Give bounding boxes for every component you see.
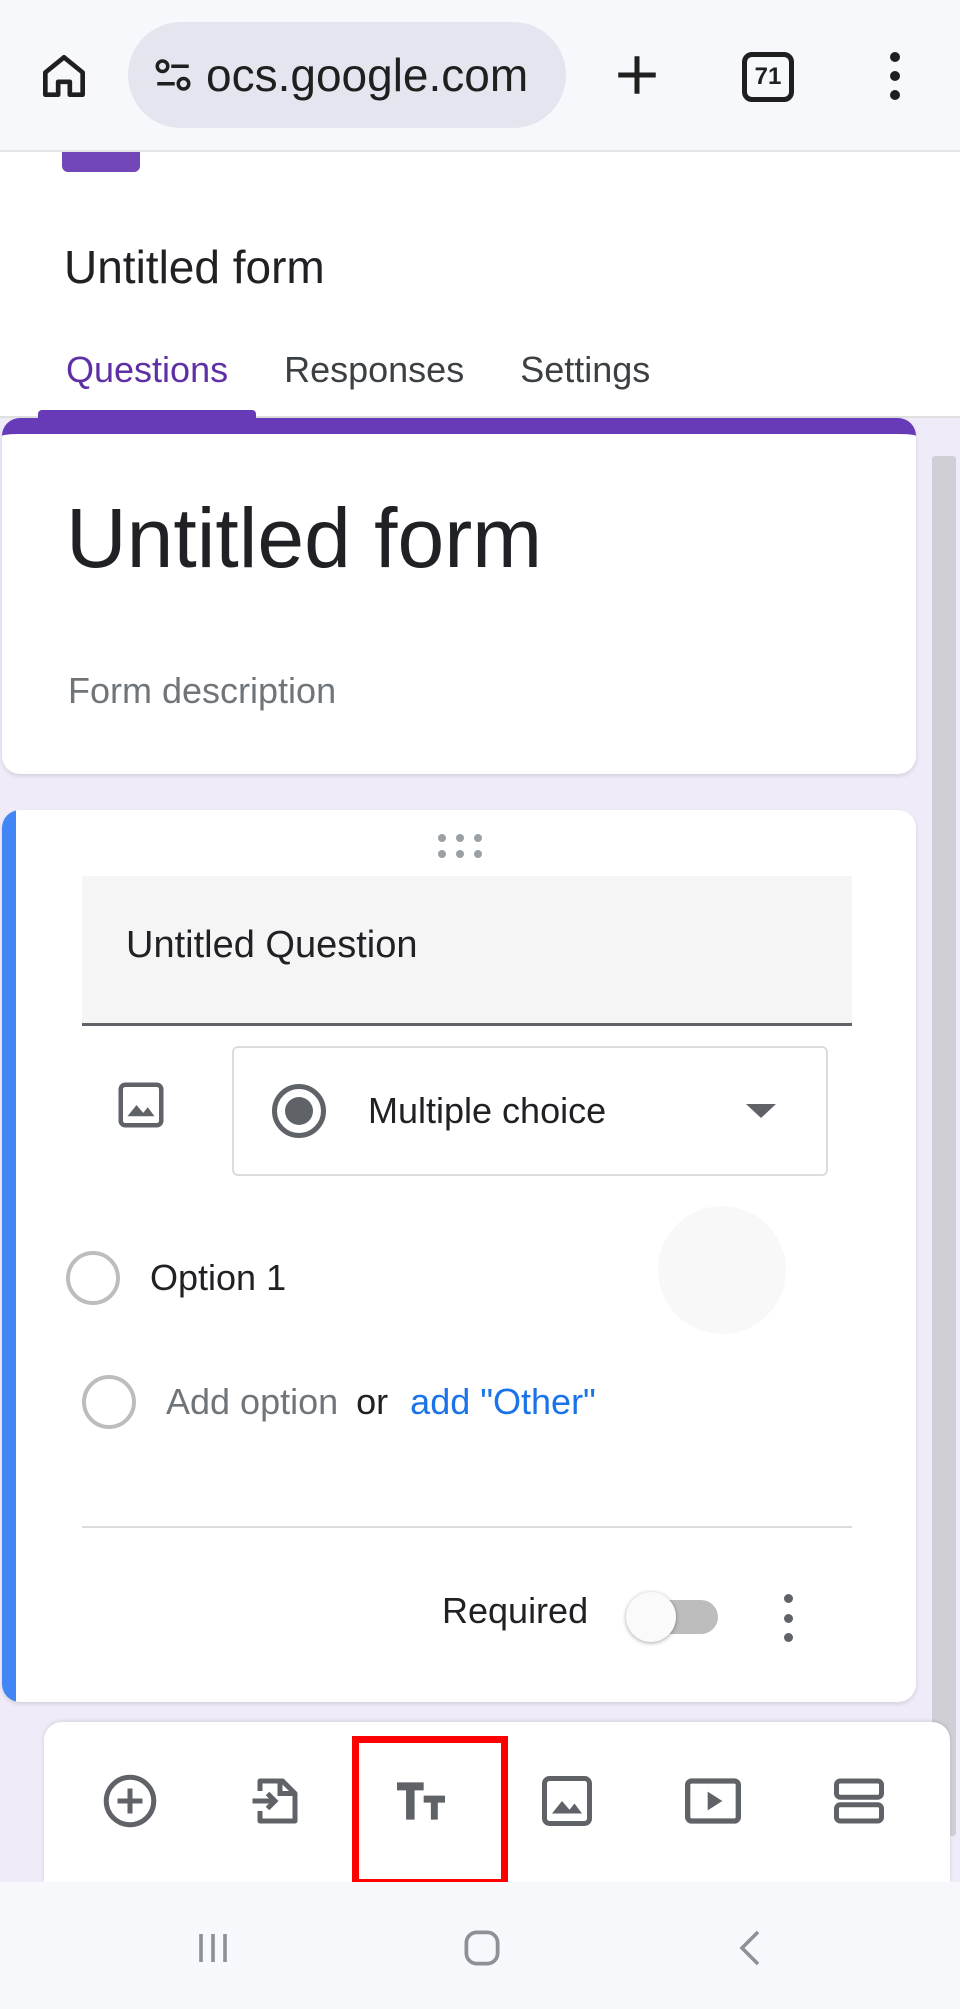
touch-ripple [658,1206,786,1334]
question-title-field[interactable]: Untitled Question [82,876,852,1026]
url-text: ocs.google.com [206,49,529,101]
required-toggle[interactable] [622,1588,726,1644]
forms-header: Untitled form Questions Responses Settin… [0,152,960,418]
add-image-to-question-icon[interactable] [114,1078,168,1132]
form-title-card: Untitled form Form description [2,418,916,774]
home-icon[interactable] [30,42,98,110]
header-form-title: Untitled form [64,241,325,293]
active-card-accent [2,810,16,1702]
option-label[interactable]: Option 1 [150,1257,286,1299]
tab-switcher-button[interactable]: 71 [742,52,794,102]
tab-count: 71 [754,63,782,90]
add-image-icon[interactable] [522,1756,612,1846]
footer-divider [82,1526,852,1528]
drag-handle-icon[interactable] [438,834,482,858]
forms-logo [62,152,140,172]
dropdown-caret-icon [746,1104,776,1118]
back-nav-icon[interactable] [712,1908,792,1988]
browser-menu-icon[interactable] [872,46,918,106]
option-row[interactable]: Option 1 [66,1248,286,1308]
home-nav-icon[interactable] [442,1908,522,1988]
add-option-row: Add option or add "Other" [82,1372,596,1432]
form-title[interactable]: Untitled form [66,490,542,587]
tab-questions[interactable]: Questions [38,340,257,418]
import-questions-icon[interactable] [230,1756,320,1846]
form-description-field[interactable]: Form description [68,670,336,712]
add-option-button[interactable]: Add option [166,1381,338,1423]
tab-responses[interactable]: Responses [256,340,492,418]
question-card: Untitled Question Multiple choice Option… [2,810,916,1702]
add-other-link[interactable]: add "Other" [410,1381,596,1423]
question-type-label: Multiple choice [368,1090,607,1131]
tab-settings[interactable]: Settings [492,340,678,418]
add-section-icon[interactable] [814,1756,904,1846]
radio-empty-icon [66,1251,120,1305]
form-tabs: Questions Responses Settings [38,340,678,418]
question-title: Untitled Question [126,924,418,966]
system-nav-bar [0,1882,960,2009]
question-type-dropdown[interactable]: Multiple choice [232,1046,828,1176]
required-label: Required [442,1590,589,1631]
add-question-icon[interactable] [85,1756,175,1846]
add-video-icon[interactable] [668,1756,758,1846]
site-settings-icon[interactable] [150,52,196,98]
more-options-icon[interactable] [778,1590,798,1646]
recent-apps-icon[interactable] [173,1908,253,1988]
radio-empty-icon [82,1375,136,1429]
highlight-box [352,1736,508,1886]
new-tab-icon[interactable] [602,40,672,110]
add-option-or-text: or [356,1381,389,1422]
address-bar[interactable]: ocs.google.com [128,22,566,128]
scrollbar[interactable] [932,456,956,1836]
radio-filled-icon [272,1084,326,1138]
browser-toolbar: ocs.google.com 71 [0,0,960,152]
